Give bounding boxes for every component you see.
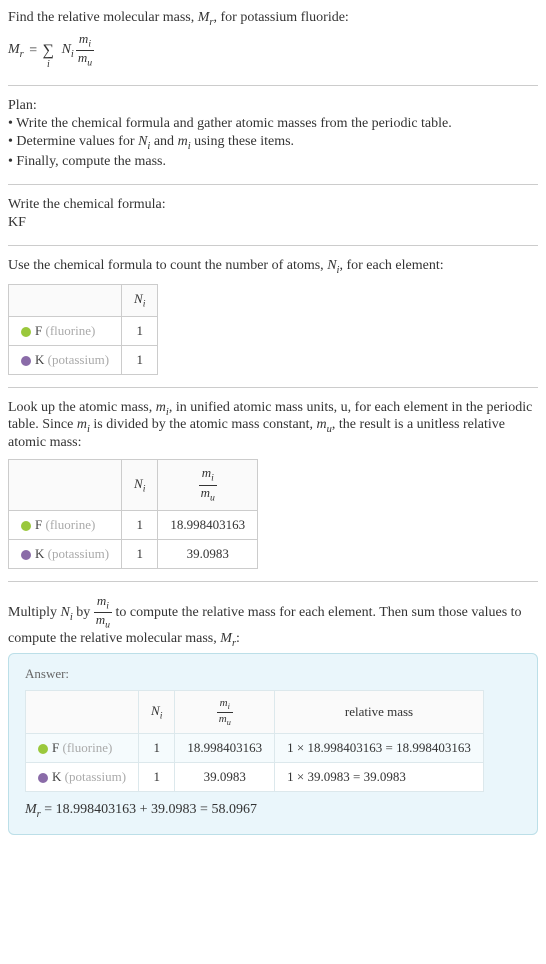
table-header-row: Ni: [9, 285, 158, 317]
fraction-mi-mu: mi mu: [76, 32, 94, 70]
ni-value-f: 1: [122, 510, 158, 539]
write-formula-section: Write the chemical formula: KF: [8, 197, 538, 246]
fluorine-dot-icon: [38, 744, 48, 754]
atom-count-table: Ni F (fluorine) 1 K (potassium) 1: [8, 284, 158, 375]
answer-table: Ni mimu relative mass F (fluorine) 1 18.…: [25, 690, 484, 792]
intro-section: Find the relative molecular mass, Mr, fo…: [8, 10, 538, 86]
table-row: F (fluorine) 1: [9, 316, 158, 345]
ni-value-k: 1: [139, 762, 175, 791]
answer-label: Answer:: [25, 666, 521, 682]
intro-text-pre: Find the relative molecular mass,: [8, 10, 198, 25]
potassium-dot-icon: [38, 773, 48, 783]
element-cell-f: F (fluorine): [9, 316, 122, 345]
answer-section: Multiply Ni by mimu to compute the relat…: [8, 594, 538, 847]
table-header-row: Ni mimu: [9, 460, 258, 511]
mass-value-f: 18.998403163: [175, 733, 275, 762]
answer-box: Answer: Ni mimu relative mass F (fluorin…: [8, 653, 538, 834]
relmass-calc-f: 1 × 18.998403163 = 18.998403163: [275, 733, 484, 762]
table-row: K (potassium) 1 39.0983: [9, 539, 258, 568]
potassium-dot-icon: [21, 356, 31, 366]
element-cell-f: F (fluorine): [9, 510, 122, 539]
ni-value-k: 1: [122, 345, 158, 374]
mr-symbol: Mr: [198, 10, 214, 25]
table-row: K (potassium) 1 39.0983 1 × 39.0983 = 39…: [26, 762, 484, 791]
mass-value-k: 39.0983: [175, 762, 275, 791]
plan-section: Plan: • Write the chemical formula and g…: [8, 98, 538, 185]
plan-title: Plan:: [8, 98, 538, 114]
mass-value-k: 39.0983: [158, 539, 258, 568]
col-ni: Ni: [139, 691, 175, 734]
ni-value-f: 1: [139, 733, 175, 762]
count-atoms-intro: Use the chemical formula to count the nu…: [8, 258, 538, 276]
plan-bullet-3: • Finally, compute the mass.: [8, 154, 538, 170]
relmass-calc-k: 1 × 39.0983 = 39.0983: [275, 762, 484, 791]
write-formula-title: Write the chemical formula:: [8, 197, 538, 213]
potassium-dot-icon: [21, 550, 31, 560]
table-row: K (potassium) 1: [9, 345, 158, 374]
table-row: F (fluorine) 1 18.998403163 1 × 18.99840…: [26, 733, 484, 762]
element-cell-k: K (potassium): [9, 539, 122, 568]
element-cell-k: K (potassium): [26, 762, 139, 791]
table-row: F (fluorine) 1 18.998403163: [9, 510, 258, 539]
sigma-icon: ∑i: [43, 42, 54, 60]
multiply-text: Multiply Ni by mimu to compute the relat…: [8, 594, 538, 649]
mass-value-f: 18.998403163: [158, 510, 258, 539]
element-cell-f: F (fluorine): [26, 733, 139, 762]
plan-bullet-1: • Write the chemical formula and gather …: [8, 116, 538, 132]
table-header-row: Ni mimu relative mass: [26, 691, 484, 734]
lookup-mass-text: Look up the atomic mass, mi, in unified …: [8, 400, 538, 452]
col-mi-mu: mimu: [175, 691, 275, 734]
lookup-mass-section: Look up the atomic mass, mi, in unified …: [8, 400, 538, 582]
fluorine-dot-icon: [21, 327, 31, 337]
intro-text-post: , for potassium fluoride:: [214, 10, 349, 25]
col-mi-mu: mimu: [158, 460, 258, 511]
chemical-formula: KF: [8, 215, 538, 231]
fluorine-dot-icon: [21, 521, 31, 531]
element-cell-k: K (potassium): [9, 345, 122, 374]
plan-bullet-2: • Determine values for Ni and mi using t…: [8, 134, 538, 152]
ni-value-f: 1: [122, 316, 158, 345]
atomic-mass-table: Ni mimu F (fluorine) 1 18.998403163 K (p…: [8, 459, 258, 569]
col-ni: Ni: [122, 285, 158, 317]
count-atoms-section: Use the chemical formula to count the nu…: [8, 258, 538, 387]
col-ni: Ni: [122, 460, 158, 511]
mr-formula: Mr = ∑i Ni mi mu: [8, 32, 538, 70]
intro-line: Find the relative molecular mass, Mr, fo…: [8, 10, 538, 28]
ni-value-k: 1: [122, 539, 158, 568]
final-result: Mr = 18.998403163 + 39.0983 = 58.0967: [25, 802, 521, 820]
col-relative-mass: relative mass: [275, 691, 484, 734]
